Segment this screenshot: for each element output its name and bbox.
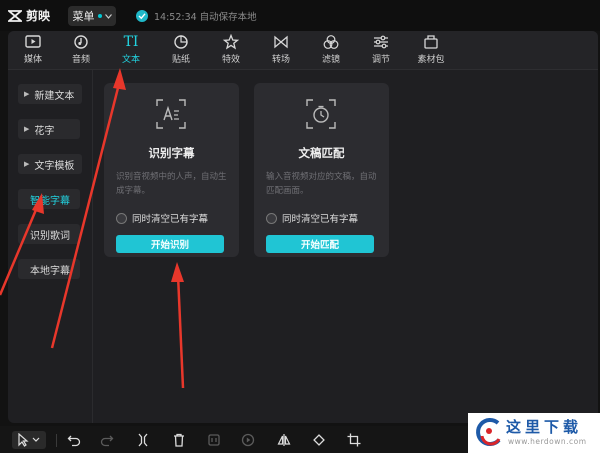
- undo-icon: [67, 435, 81, 447]
- sidebar-item-label: 智能字幕: [30, 195, 70, 207]
- expand-arrow-icon: ▶: [24, 90, 30, 98]
- sidebar-item-recognize-lyrics[interactable]: 识别歌词: [18, 224, 80, 244]
- delete-button[interactable]: [170, 431, 188, 449]
- redo-icon: [100, 435, 114, 447]
- tab-label: 特效: [221, 55, 240, 65]
- filter-icon: [323, 35, 339, 49]
- watermark-url: www.herdown.com: [508, 437, 587, 446]
- split-icon: [138, 433, 148, 447]
- option-label: 同时清空已有字幕: [132, 214, 209, 225]
- rotate-icon: [313, 434, 325, 446]
- sidebar-item-fancy-text[interactable]: ▶ 花字: [18, 119, 80, 139]
- select-icon: [18, 433, 40, 447]
- app-name: 剪映: [26, 9, 51, 23]
- sidebar-item-label: 新建文本: [34, 90, 75, 102]
- tab-sticker[interactable]: 贴纸: [161, 34, 201, 68]
- watermark-text: 这里下载: [506, 418, 583, 436]
- card-title: 识别字幕: [148, 146, 195, 160]
- card-title: 文稿匹配: [298, 146, 345, 160]
- sidebar-item-local-subtitle[interactable]: 本地字幕: [18, 259, 80, 279]
- undo-button[interactable]: [65, 431, 83, 449]
- sidebar-item-label: 识别歌词: [30, 230, 70, 242]
- redo-button[interactable]: [98, 431, 116, 449]
- category-toolbar: 媒体 音频 TI 文本 贴纸 特效 转场 滤镜 调节 素材包: [8, 31, 598, 70]
- chevron-down-icon: [104, 13, 112, 19]
- rotate-button[interactable]: [310, 431, 328, 449]
- recognize-subtitle-icon: [156, 99, 186, 129]
- freeze-icon: [208, 434, 220, 446]
- timer-match-icon: [306, 99, 336, 129]
- clear-existing-subtitles-checkbox[interactable]: 同时清空已有字幕: [116, 211, 208, 225]
- select-tool-button[interactable]: [12, 431, 46, 449]
- play-button[interactable]: [239, 431, 257, 449]
- recognize-subtitle-card: 识别字幕 识别音视频中的人声，自动生成字幕。 同时清空已有字幕 开始识别: [104, 83, 239, 257]
- watermark-logo-icon: [476, 418, 501, 446]
- mirror-button[interactable]: [275, 431, 293, 449]
- checkbox-icon: [266, 212, 277, 224]
- sticker-icon: [174, 35, 188, 49]
- sidebar-item-smart-subtitle[interactable]: 智能字幕: [18, 189, 80, 209]
- adjust-icon: [374, 35, 388, 49]
- checkbox-icon: [116, 212, 127, 224]
- tab-audio[interactable]: 音频: [61, 34, 101, 68]
- sidebar-item-new-text[interactable]: ▶ 新建文本: [18, 84, 82, 104]
- material-pack-icon: [424, 35, 438, 49]
- effects-icon: [222, 34, 240, 50]
- freeze-frame-button[interactable]: [205, 431, 223, 449]
- tab-label: 调节: [371, 55, 390, 65]
- media-icon: [25, 35, 41, 48]
- script-match-card: 文稿匹配 输入音视频对应的文稿，自动匹配画面。 同时清空已有字幕 开始匹配: [254, 83, 389, 257]
- card-description: 识别音视频中的人声，自动生成字幕。: [116, 172, 227, 196]
- tab-label: 转场: [271, 55, 290, 65]
- expand-arrow-icon: ▶: [24, 160, 30, 168]
- sidebar-item-text-template[interactable]: ▶ 文字模板: [18, 154, 82, 174]
- tab-adjust[interactable]: 调节: [361, 34, 401, 68]
- crop-button[interactable]: [345, 431, 363, 449]
- divider: [56, 434, 57, 447]
- sidebar-item-label: 本地字幕: [30, 265, 70, 277]
- mirror-icon: [277, 434, 291, 446]
- text-icon: TI: [123, 34, 139, 50]
- card-description: 输入音视频对应的文稿，自动匹配画面。: [266, 172, 377, 196]
- title-bar: 剪映 菜单 14:52:34 自动保存本地: [0, 0, 600, 31]
- save-status: 14:52:34 自动保存本地: [136, 9, 257, 23]
- crop-icon: [347, 433, 361, 447]
- tab-filter[interactable]: 滤镜: [311, 34, 351, 68]
- sidebar-item-label: 文字模板: [34, 160, 75, 172]
- tab-media[interactable]: 媒体: [13, 34, 53, 68]
- materials-panel: 媒体 音频 TI 文本 贴纸 特效 转场 滤镜 调节 素材包 ▶ 新建文本 ▶ …: [8, 31, 598, 423]
- transition-icon: [274, 35, 288, 49]
- tab-text[interactable]: TI 文本: [111, 34, 151, 68]
- menu-label: 菜单: [72, 10, 95, 23]
- play-icon: [241, 433, 255, 447]
- tab-label: 音频: [71, 55, 90, 65]
- tab-transition[interactable]: 转场: [261, 34, 301, 68]
- split-button[interactable]: [134, 431, 152, 449]
- option-label: 同时清空已有字幕: [282, 214, 359, 225]
- tab-label: 素材包: [417, 55, 445, 65]
- text-sidebar: ▶ 新建文本 ▶ 花字 ▶ 文字模板 智能字幕 识别歌词 本地字幕: [8, 70, 93, 423]
- notification-dot: [97, 14, 102, 18]
- check-icon: [136, 10, 148, 22]
- audio-icon: [74, 35, 88, 49]
- tab-label: 贴纸: [171, 55, 190, 65]
- tab-label: 媒体: [23, 55, 42, 65]
- sidebar-item-label: 花字: [34, 125, 55, 137]
- tab-material-pack[interactable]: 素材包: [411, 34, 451, 68]
- app-logo: 剪映: [8, 7, 50, 24]
- delete-icon: [174, 433, 184, 447]
- start-match-button[interactable]: 开始匹配: [266, 235, 374, 253]
- site-watermark: 这里下载 www.herdown.com: [468, 413, 600, 453]
- tab-label: 文本: [121, 55, 140, 65]
- capcut-logo-icon: [8, 9, 22, 22]
- expand-arrow-icon: ▶: [24, 125, 30, 133]
- tab-effects[interactable]: 特效: [211, 34, 251, 68]
- tab-label: 滤镜: [321, 55, 340, 65]
- start-recognition-button[interactable]: 开始识别: [116, 235, 224, 253]
- menu-button[interactable]: 菜单: [68, 6, 116, 26]
- clear-existing-subtitles-checkbox[interactable]: 同时清空已有字幕: [266, 211, 358, 225]
- save-status-text: 14:52:34 自动保存本地: [154, 12, 257, 23]
